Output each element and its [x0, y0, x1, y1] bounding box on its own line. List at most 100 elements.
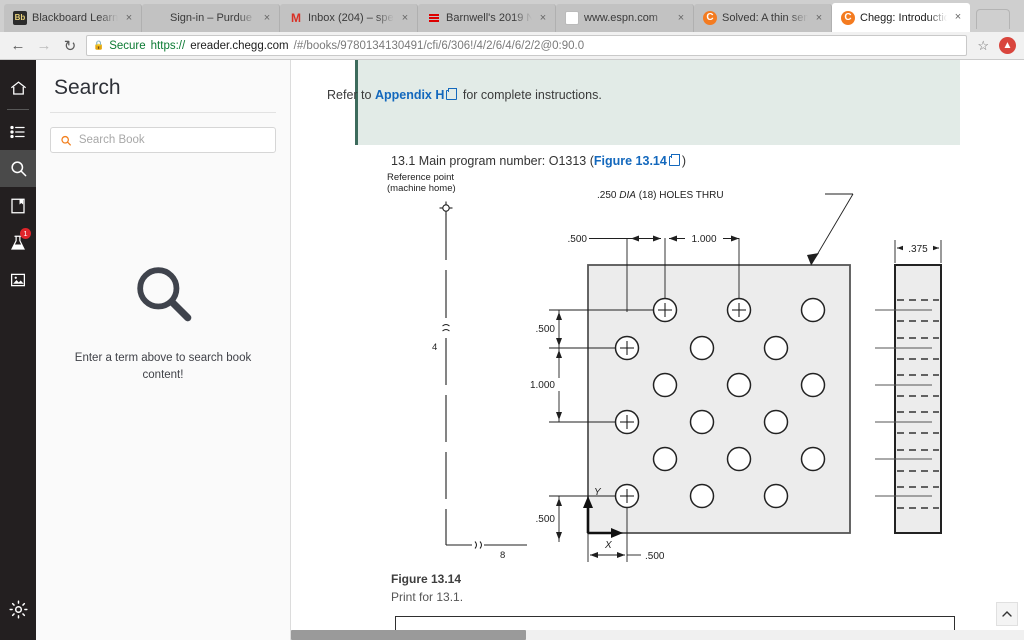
dim-left-1000: 1.000	[527, 348, 563, 422]
espn-icon	[427, 11, 441, 25]
tab-title: Blackboard Learn	[32, 12, 118, 24]
tab-close-icon[interactable]: ×	[952, 12, 964, 23]
browser-tab-2[interactable]: M Inbox (204) – spenc ×	[280, 4, 418, 32]
url-scheme: https://	[150, 39, 186, 52]
chegg-icon: C	[841, 10, 855, 25]
hole-crosshair	[614, 409, 640, 435]
svg-text:.500: .500	[568, 234, 588, 245]
reference-point-marker	[439, 201, 453, 215]
study-badge: 1	[20, 228, 31, 239]
rail-item-study[interactable]: 1	[0, 224, 36, 261]
search-icon	[137, 267, 192, 322]
profile-icon[interactable]: ▲	[999, 37, 1016, 54]
break-label-vertical: 4	[432, 342, 437, 353]
browser-tab-6-active[interactable]: C Chegg: Introduction ×	[832, 3, 970, 32]
empty-message: Enter a term above to search book conten…	[74, 351, 252, 381]
hole	[763, 335, 789, 361]
browser-toolbar: ← → ↻ 🔒 Secure https:// ereader.chegg.com…	[0, 32, 1024, 60]
browser-tab-5[interactable]: C Solved: A thin semic ×	[694, 4, 832, 32]
callout-text: Refer to Appendix H for complete instruc…	[327, 88, 602, 102]
reference-point-label-2: (machine home)	[387, 183, 456, 194]
hole	[689, 483, 715, 509]
tab-close-icon[interactable]: ×	[813, 12, 825, 24]
chevron-up-icon	[1002, 611, 1012, 617]
search-input[interactable]	[78, 134, 266, 146]
new-tab-button[interactable]	[976, 9, 1010, 29]
forward-icon[interactable]: →	[34, 36, 54, 56]
hole	[652, 446, 678, 472]
svg-text:.500: .500	[536, 514, 556, 525]
browser-tab-3[interactable]: Barnwell's 2019 NFL ×	[418, 4, 556, 32]
dim-top-1000: 1.000	[669, 232, 739, 245]
tab-close-icon[interactable]: ×	[123, 12, 135, 24]
app-body: 1 Search Search Book Enter a term above …	[0, 60, 1024, 640]
heading-text-before: 13.1 Main program number: O1313 (	[391, 154, 594, 168]
hole	[689, 409, 715, 435]
dim-top-500: .500	[568, 234, 661, 245]
tab-close-icon[interactable]: ×	[537, 12, 549, 24]
hole-crosshair	[614, 335, 640, 361]
break-symbol-horizontal	[474, 541, 482, 549]
scrollbar-thumb[interactable]	[291, 630, 526, 640]
tab-close-icon[interactable]: ×	[399, 12, 411, 24]
search-panel: Search Enter a term above to search book…	[36, 60, 291, 640]
browser-tab-0[interactable]: Bb Blackboard Learn ×	[4, 4, 142, 32]
tab-title: www.espn.com	[584, 12, 658, 24]
rail-item-settings[interactable]	[0, 591, 36, 628]
svg-text:.500: .500	[536, 324, 556, 335]
tab-strip: Bb Blackboard Learn × Sign-in – Purdue U…	[0, 0, 1024, 32]
appendix-link[interactable]: Appendix H	[375, 88, 444, 102]
reference-point-label-1: Reference point	[387, 172, 454, 183]
search-icon	[10, 161, 26, 177]
svg-text:1.000: 1.000	[530, 380, 555, 391]
figure-caption-text: Print for 13.1.	[391, 590, 464, 604]
reload-icon[interactable]: ↻	[60, 36, 80, 56]
tab-title: Sign-in – Purdue Un	[170, 12, 256, 24]
hole	[652, 372, 678, 398]
search-icon	[61, 135, 71, 146]
popout-icon[interactable]	[668, 154, 680, 166]
browser-window: Bb Blackboard Learn × Sign-in – Purdue U…	[0, 0, 1024, 640]
figure-13-14-svg: Reference point (machine home) 4 8 .500 …	[387, 172, 942, 562]
bookmark-icon	[11, 198, 25, 213]
tab-title: Barnwell's 2019 NFL	[446, 12, 532, 24]
browser-tab-4[interactable]: www.espn.com ×	[556, 4, 694, 32]
browser-tab-1[interactable]: Sign-in – Purdue Un ×	[142, 4, 280, 32]
rail-item-contents[interactable]	[0, 113, 36, 150]
back-icon[interactable]: ←	[8, 36, 28, 56]
icon-rail: 1	[0, 60, 36, 640]
popout-icon[interactable]	[446, 88, 458, 100]
book-content: Refer to Appendix H for complete instruc…	[291, 60, 1024, 640]
hole	[800, 297, 826, 323]
star-icon[interactable]: ☆	[973, 38, 993, 54]
hole	[726, 372, 752, 398]
tab-close-icon[interactable]: ×	[261, 12, 273, 24]
scroll-to-top-button[interactable]	[996, 602, 1018, 626]
hole	[689, 335, 715, 361]
address-bar[interactable]: 🔒 Secure https:// ereader.chegg.com /#/boo…	[86, 35, 968, 56]
svg-text:.375: .375	[908, 244, 928, 255]
rail-item-figures[interactable]	[0, 261, 36, 298]
tab-title: Solved: A thin semic	[722, 12, 808, 24]
search-box[interactable]	[50, 127, 276, 153]
hole-crosshair	[614, 483, 640, 509]
callout-text-before: Refer to	[327, 88, 375, 102]
chegg-icon: C	[703, 11, 717, 25]
tab-close-icon[interactable]: ×	[675, 12, 687, 24]
rail-item-bookmarks[interactable]	[0, 187, 36, 224]
rail-item-home[interactable]	[0, 70, 36, 107]
url-path: /#/books/9780134130491/cfi/6/306!/4/2/6/…	[293, 39, 585, 52]
gmail-icon: M	[291, 11, 301, 25]
rail-item-search[interactable]	[0, 150, 36, 187]
figure-link[interactable]: Figure 13.14	[594, 154, 667, 168]
hole-crosshair	[652, 297, 678, 323]
svg-text:.250 DIA (18) HOLES THRU: .250 DIA (18) HOLES THRU	[597, 190, 724, 201]
list-icon	[10, 125, 25, 138]
rail-divider	[7, 109, 29, 110]
horizontal-scrollbar[interactable]	[291, 630, 1024, 640]
blackboard-icon: Bb	[13, 11, 27, 25]
instruction-callout	[355, 60, 960, 145]
panel-title: Search	[54, 76, 121, 99]
callout-text-after: for complete instructions.	[459, 88, 602, 102]
url-host: ereader.chegg.com	[190, 39, 289, 52]
